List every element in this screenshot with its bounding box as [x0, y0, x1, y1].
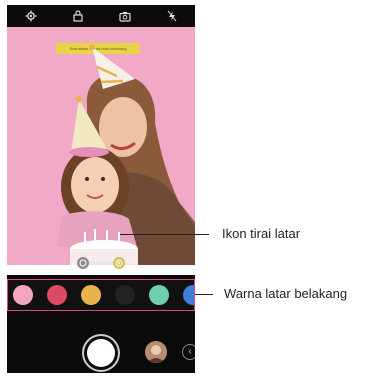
flash-off-icon[interactable] — [165, 9, 179, 23]
curtain-off-icon[interactable] — [77, 257, 89, 269]
color-swatch-mint[interactable] — [149, 285, 169, 305]
background-color-palette — [7, 279, 195, 311]
color-swatch-pink[interactable] — [13, 285, 33, 305]
curtain-callout-line — [120, 234, 208, 235]
color-swatch-red[interactable] — [47, 285, 67, 305]
color-swatch-black[interactable] — [115, 285, 135, 305]
curtain-callout-label: Ikon tirai latar — [222, 226, 301, 241]
camera-screen: Sesuaikan warna latar belakang ‹ — [7, 5, 195, 373]
palette-callout-label: Warna latar belakang — [224, 286, 348, 301]
curtain-on-icon[interactable] — [113, 257, 125, 269]
palette-callout-line — [195, 294, 213, 295]
portrait-photo — [7, 44, 195, 275]
lock-icon[interactable] — [71, 9, 85, 23]
shutter-button[interactable] — [87, 339, 115, 367]
camera-viewfinder[interactable]: Sesuaikan warna latar belakang — [7, 27, 195, 275]
curtain-callout-tick — [208, 234, 209, 235]
camera-controls: ‹ — [7, 311, 195, 373]
camera-top-bar — [7, 5, 195, 27]
camera-switch-icon[interactable] — [118, 9, 132, 23]
gallery-thumbnail[interactable] — [145, 341, 167, 363]
gear-icon[interactable] — [24, 9, 38, 23]
color-swatch-blue[interactable] — [183, 285, 194, 305]
color-swatch-yellow[interactable] — [81, 285, 101, 305]
chevron-left-icon[interactable]: ‹ — [182, 344, 195, 360]
